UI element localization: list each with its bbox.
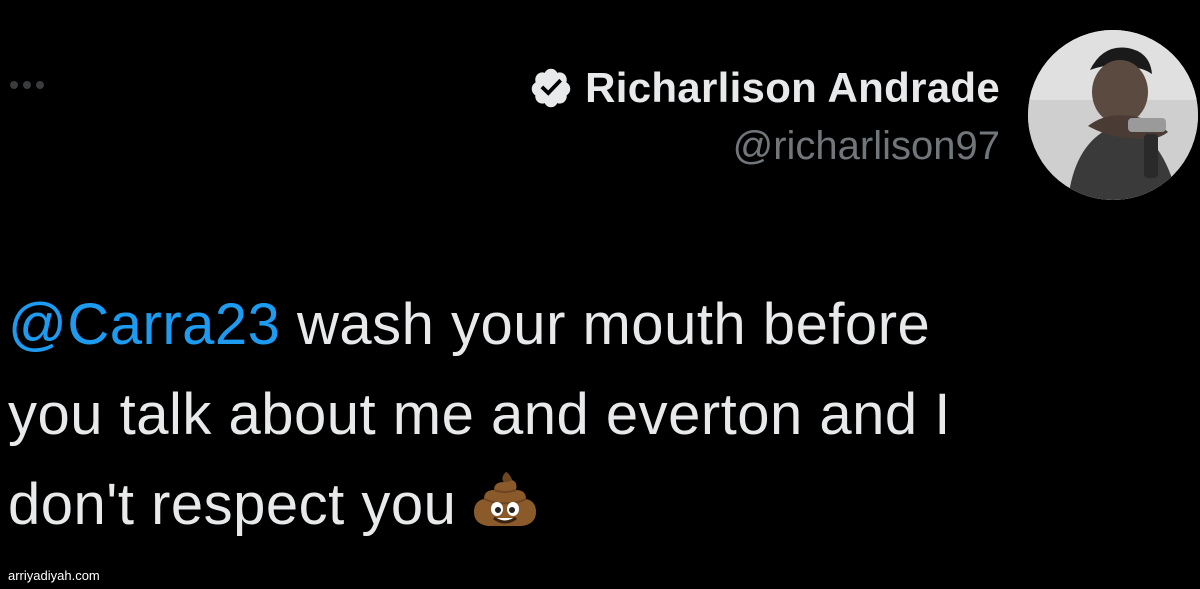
tweet-author-header: Richarlison Andrade @richarlison97 — [529, 60, 1000, 169]
more-options-icon[interactable] — [10, 74, 58, 96]
verified-badge-icon — [531, 68, 571, 108]
author-name-row[interactable]: Richarlison Andrade — [529, 60, 1000, 116]
pile-of-poo-emoji-icon — [474, 472, 537, 526]
tweet-line-2: you talk about me and everton and I — [8, 382, 951, 447]
mention-link[interactable]: @Carra23 — [8, 292, 280, 357]
tweet-line-3-text: don't respect you — [8, 472, 457, 537]
tweet-line-1: @Carra23 wash your mouth before — [8, 280, 1193, 370]
more-dot — [23, 81, 31, 89]
tweet-line-3: don't respect you — [8, 460, 1193, 550]
more-dot — [36, 81, 44, 89]
tweet-text: @Carra23 wash your mouth before you talk… — [8, 280, 1193, 550]
avatar[interactable] — [1028, 30, 1198, 200]
author-display-name[interactable]: Richarlison Andrade — [585, 64, 1000, 112]
author-handle[interactable]: @richarlison97 — [529, 124, 1000, 169]
profile-photo — [1028, 30, 1198, 200]
tweet-line-1-text: wash your mouth before — [280, 292, 931, 357]
more-dot — [10, 81, 18, 89]
watermark: arriyadiyah.com — [8, 568, 100, 583]
